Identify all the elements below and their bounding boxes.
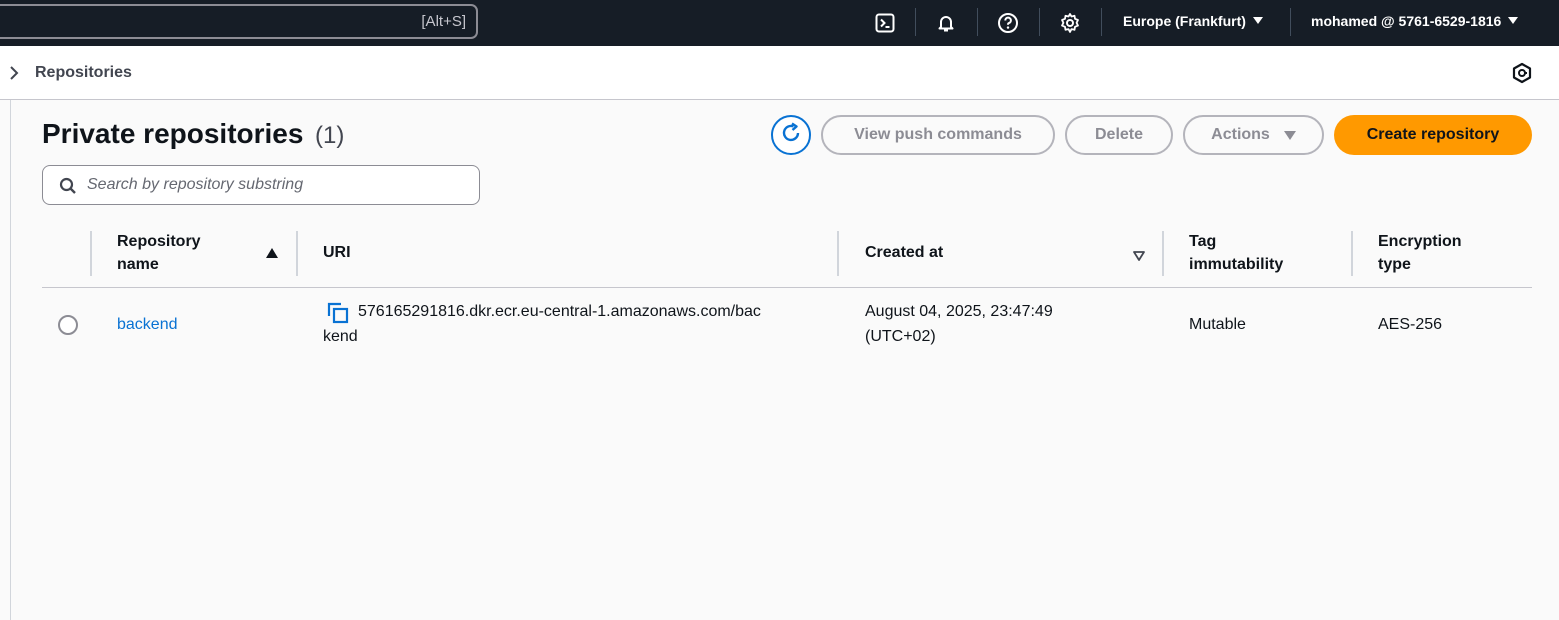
breadcrumb-repositories: Repositories [35,64,132,81]
global-search-input[interactable]: [Alt+S] [0,4,478,39]
encryption-type-value: AES-256 [1378,316,1443,333]
sort-descending-icon[interactable] [1133,248,1145,266]
bell-icon[interactable] [931,8,961,38]
cloudshell-hex-icon[interactable] [1511,62,1533,89]
topbar-divider [1039,8,1040,36]
view-push-commands-label: View push commands [854,126,1022,143]
cloudshell-icon[interactable] [870,8,900,38]
repository-name-link[interactable]: backend [117,312,178,337]
create-repository-label: Create repository [1366,126,1500,143]
create-repository-button[interactable]: Create repository [1334,115,1532,155]
header-text: Tag [1189,233,1217,250]
header-text: URI [323,244,351,261]
breadcrumb-bar: Repositories [0,46,1559,100]
topbar-divider [915,8,916,36]
column-header-repository-name[interactable]: Repository name [117,230,201,276]
delete-label: Delete [1094,126,1144,143]
top-navigation-bar: [Alt+S] Europe (Frankfurt) mohamed @ 576… [0,0,1559,46]
search-input[interactable] [87,166,467,204]
created-at-line2: (UTC+02) [865,328,936,345]
column-header-created-at[interactable]: Created at [865,241,943,264]
column-header-uri: URI [323,241,351,264]
page-title: Private repositories [42,118,304,149]
topbar-divider [1290,8,1291,36]
gear-icon[interactable] [1055,8,1085,38]
refresh-icon [779,121,803,150]
column-header-encryption-type: Encryption type [1378,230,1462,276]
delete-button[interactable]: Delete [1065,115,1173,155]
header-text: Created at [865,244,944,261]
header-text: name [117,256,159,273]
repository-count: (1) [315,122,345,149]
view-push-commands-button[interactable]: View push commands [821,115,1055,155]
column-header-tag-immutability: Tag immutability [1189,230,1283,276]
header-text: type [1378,256,1411,273]
region-label: Europe (Frankfurt) [1123,13,1246,29]
region-selector[interactable]: Europe (Frankfurt) [1123,13,1263,29]
row-select-radio[interactable] [58,315,78,335]
header-text: Repository [117,233,201,250]
uri-text-line1: 576165291816.dkr.ecr.eu-central-1.amazon… [358,303,761,320]
column-divider[interactable] [1351,231,1353,276]
help-icon[interactable] [993,8,1023,38]
refresh-button[interactable] [771,115,811,155]
sort-ascending-icon[interactable] [266,248,278,258]
uri-text-line2: kend [323,328,358,345]
caret-down-icon [1508,17,1519,24]
created-at-line1: August 04, 2025, 23:47:49 [865,303,1053,320]
account-label: mohamed @ 5761-6529-1816 [1311,13,1502,29]
topbar-divider [977,8,978,36]
header-text: Encryption [1378,233,1462,250]
caret-down-icon [1283,130,1296,140]
column-divider[interactable] [296,231,298,276]
chevron-right-icon[interactable] [7,64,21,87]
side-divider [10,100,11,620]
column-divider[interactable] [1162,231,1164,276]
repository-filter [42,165,480,205]
search-icon [59,177,77,200]
table-header-divider [42,287,1532,288]
actions-dropdown[interactable]: Actions [1183,115,1324,155]
account-menu[interactable]: mohamed @ 5761-6529-1816 [1311,13,1519,29]
header-text: immutability [1189,256,1284,273]
column-divider[interactable] [837,231,839,276]
tag-immutability-value: Mutable [1189,316,1246,333]
search-shortcut-hint: [Alt+S] [421,13,466,30]
topbar-divider [1101,8,1102,36]
caret-down-icon [1252,17,1263,24]
actions-label: Actions [1211,126,1270,143]
column-divider[interactable] [90,231,92,276]
